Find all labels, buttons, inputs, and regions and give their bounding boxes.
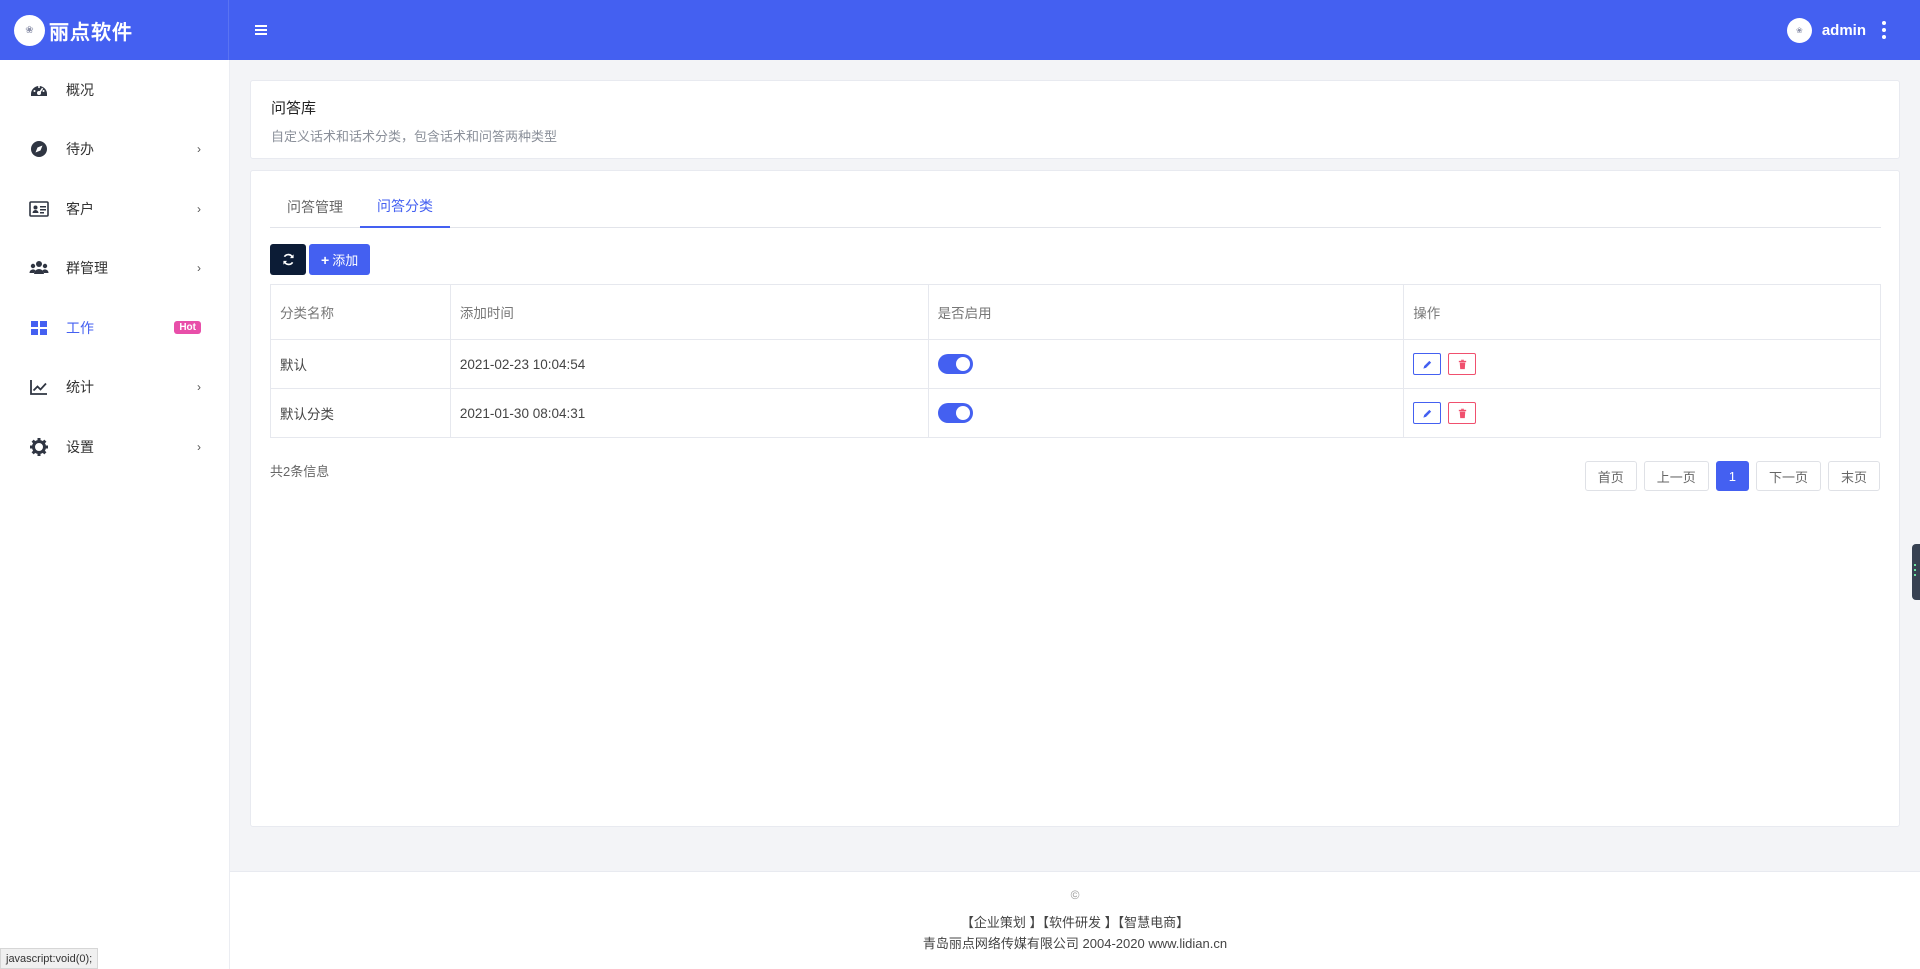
- actions-cell: [1403, 339, 1881, 389]
- footer: © 【企业策划 】【软件研发 】【智慧电商】 青岛丽点网络传媒有限公司 2004…: [230, 871, 1920, 969]
- category-name-cell: 默认: [270, 339, 451, 389]
- tab-bar: 问答管理 问答分类: [270, 185, 1881, 228]
- sidebar-item-group-manage[interactable]: 群管理 ›: [0, 239, 229, 299]
- column-header: 分类名称: [270, 284, 451, 340]
- content-panel: 问答管理 问答分类 + 添加 分类名称 添加时间 是否启用 操作 默认 2021…: [250, 170, 1900, 827]
- chevron-right-icon: ›: [197, 142, 201, 157]
- enabled-toggle[interactable]: [937, 354, 973, 374]
- column-header: 添加时间: [449, 284, 929, 340]
- users-icon: [28, 257, 50, 279]
- enabled-toggle[interactable]: [937, 403, 973, 423]
- tab-qa-manage[interactable]: 问答管理: [270, 185, 360, 228]
- main-content: 问答库 自定义话术和话术分类，包含话术和问答两种类型 问答管理 问答分类 + 添…: [230, 60, 1920, 969]
- more-vertical-icon[interactable]: [1880, 21, 1888, 39]
- sidebar-item-work[interactable]: 工作 Hot: [0, 298, 229, 358]
- delete-button[interactable]: [1448, 402, 1477, 424]
- table-row: 默认 2021-02-23 10:04:54: [270, 339, 1881, 389]
- copyright-symbol: ©: [1070, 888, 1080, 902]
- brand-logo-icon: ❀: [14, 14, 45, 46]
- grid-icon: [28, 317, 50, 339]
- chevron-right-icon: ›: [197, 439, 201, 454]
- username[interactable]: admin: [1822, 22, 1866, 39]
- browser-status-bar: javascript:void(0);: [0, 948, 99, 969]
- brand[interactable]: ❀ 丽点软件: [0, 0, 229, 60]
- add-button[interactable]: + 添加: [309, 244, 371, 275]
- pencil-icon: [1423, 360, 1431, 369]
- table-header-row: 分类名称 添加时间 是否启用 操作: [270, 284, 1881, 340]
- added-time-cell: 2021-02-23 10:04:54: [449, 339, 929, 389]
- sidebar-item-settings[interactable]: 设置 ›: [0, 417, 229, 477]
- added-time-cell: 2021-01-30 08:04:31: [449, 388, 929, 438]
- category-table: 分类名称 添加时间 是否启用 操作 默认 2021-02-23 10:04:54: [270, 284, 1881, 438]
- footer-company: 青岛丽点网络传媒有限公司 2004-2020 www.lidian.cn: [922, 936, 1228, 951]
- plus-icon: +: [321, 251, 330, 268]
- trash-icon: [1458, 359, 1466, 369]
- sidebar-item-todo[interactable]: 待办 ›: [0, 120, 229, 180]
- chevron-right-icon: ›: [197, 380, 201, 395]
- add-button-label: 添加: [332, 253, 359, 268]
- dashboard-icon: [28, 79, 50, 101]
- edit-button[interactable]: [1413, 402, 1442, 424]
- trash-icon: [1458, 408, 1466, 418]
- column-header: 是否启用: [927, 284, 1405, 340]
- page-last-button[interactable]: 末页: [1827, 461, 1880, 491]
- menu-toggle-icon[interactable]: [249, 18, 273, 42]
- sidebar-item-label: 概况: [66, 81, 94, 98]
- page-title: 问答库: [271, 100, 317, 117]
- enabled-cell: [927, 339, 1405, 389]
- toolbar: + 添加: [270, 244, 371, 275]
- category-name-cell: 默认分类: [270, 388, 451, 438]
- refresh-button[interactable]: [270, 244, 306, 275]
- top-header: ❀ 丽点软件 ❀ admin: [0, 0, 1920, 60]
- sidebar-item-customer[interactable]: 客户 ›: [0, 179, 229, 239]
- chevron-right-icon: ›: [197, 261, 201, 276]
- actions-cell: [1403, 388, 1881, 438]
- hot-badge: Hot: [174, 321, 201, 335]
- sidebar-item-statistics[interactable]: 统计 ›: [0, 358, 229, 418]
- column-header: 操作: [1403, 284, 1881, 340]
- pencil-icon: [1423, 409, 1431, 418]
- sidebar-item-label: 统计: [66, 379, 94, 396]
- sidebar-item-overview[interactable]: 概况: [0, 60, 229, 120]
- sidebar-item-label: 工作: [66, 319, 94, 336]
- sidebar-item-label: 待办: [66, 141, 94, 158]
- page-current-button[interactable]: 1: [1715, 461, 1749, 491]
- enabled-cell: [927, 388, 1405, 438]
- page-next-button[interactable]: 下一页: [1755, 461, 1821, 491]
- edit-button[interactable]: [1413, 353, 1442, 375]
- gear-icon: [28, 436, 50, 458]
- table-row: 默认分类 2021-01-30 08:04:31: [270, 388, 1881, 438]
- sidebar-item-label: 客户: [66, 200, 94, 217]
- total-count: 共2条信息: [270, 464, 330, 479]
- refresh-icon: [282, 253, 294, 266]
- id-card-icon: [28, 198, 50, 220]
- page-first-button[interactable]: 首页: [1584, 461, 1637, 491]
- chevron-right-icon: ›: [197, 201, 201, 216]
- avatar[interactable]: ❀: [1786, 17, 1812, 43]
- page-description: 自定义话术和话术分类，包含话术和问答两种类型: [271, 129, 558, 144]
- footer-links[interactable]: 【企业策划 】【软件研发 】【智慧电商】: [230, 912, 1920, 931]
- compass-icon: [28, 138, 50, 160]
- sidebar: 概况 待办 › 客户 › 群管理 › 工作 Hot 统计 › 设置 ›: [0, 60, 230, 969]
- pagination: 首页 上一页 1 下一页 末页: [1584, 461, 1880, 491]
- chart-line-icon: [28, 376, 50, 398]
- page-header: 问答库 自定义话术和话术分类，包含话术和问答两种类型: [250, 80, 1900, 159]
- sidebar-item-label: 设置: [66, 438, 94, 455]
- tab-qa-category[interactable]: 问答分类: [360, 185, 450, 228]
- delete-button[interactable]: [1448, 353, 1477, 375]
- side-drawer-handle[interactable]: [1912, 544, 1920, 600]
- brand-name: 丽点软件: [49, 21, 133, 44]
- page-prev-button[interactable]: 上一页: [1643, 461, 1709, 491]
- sidebar-item-label: 群管理: [66, 260, 108, 277]
